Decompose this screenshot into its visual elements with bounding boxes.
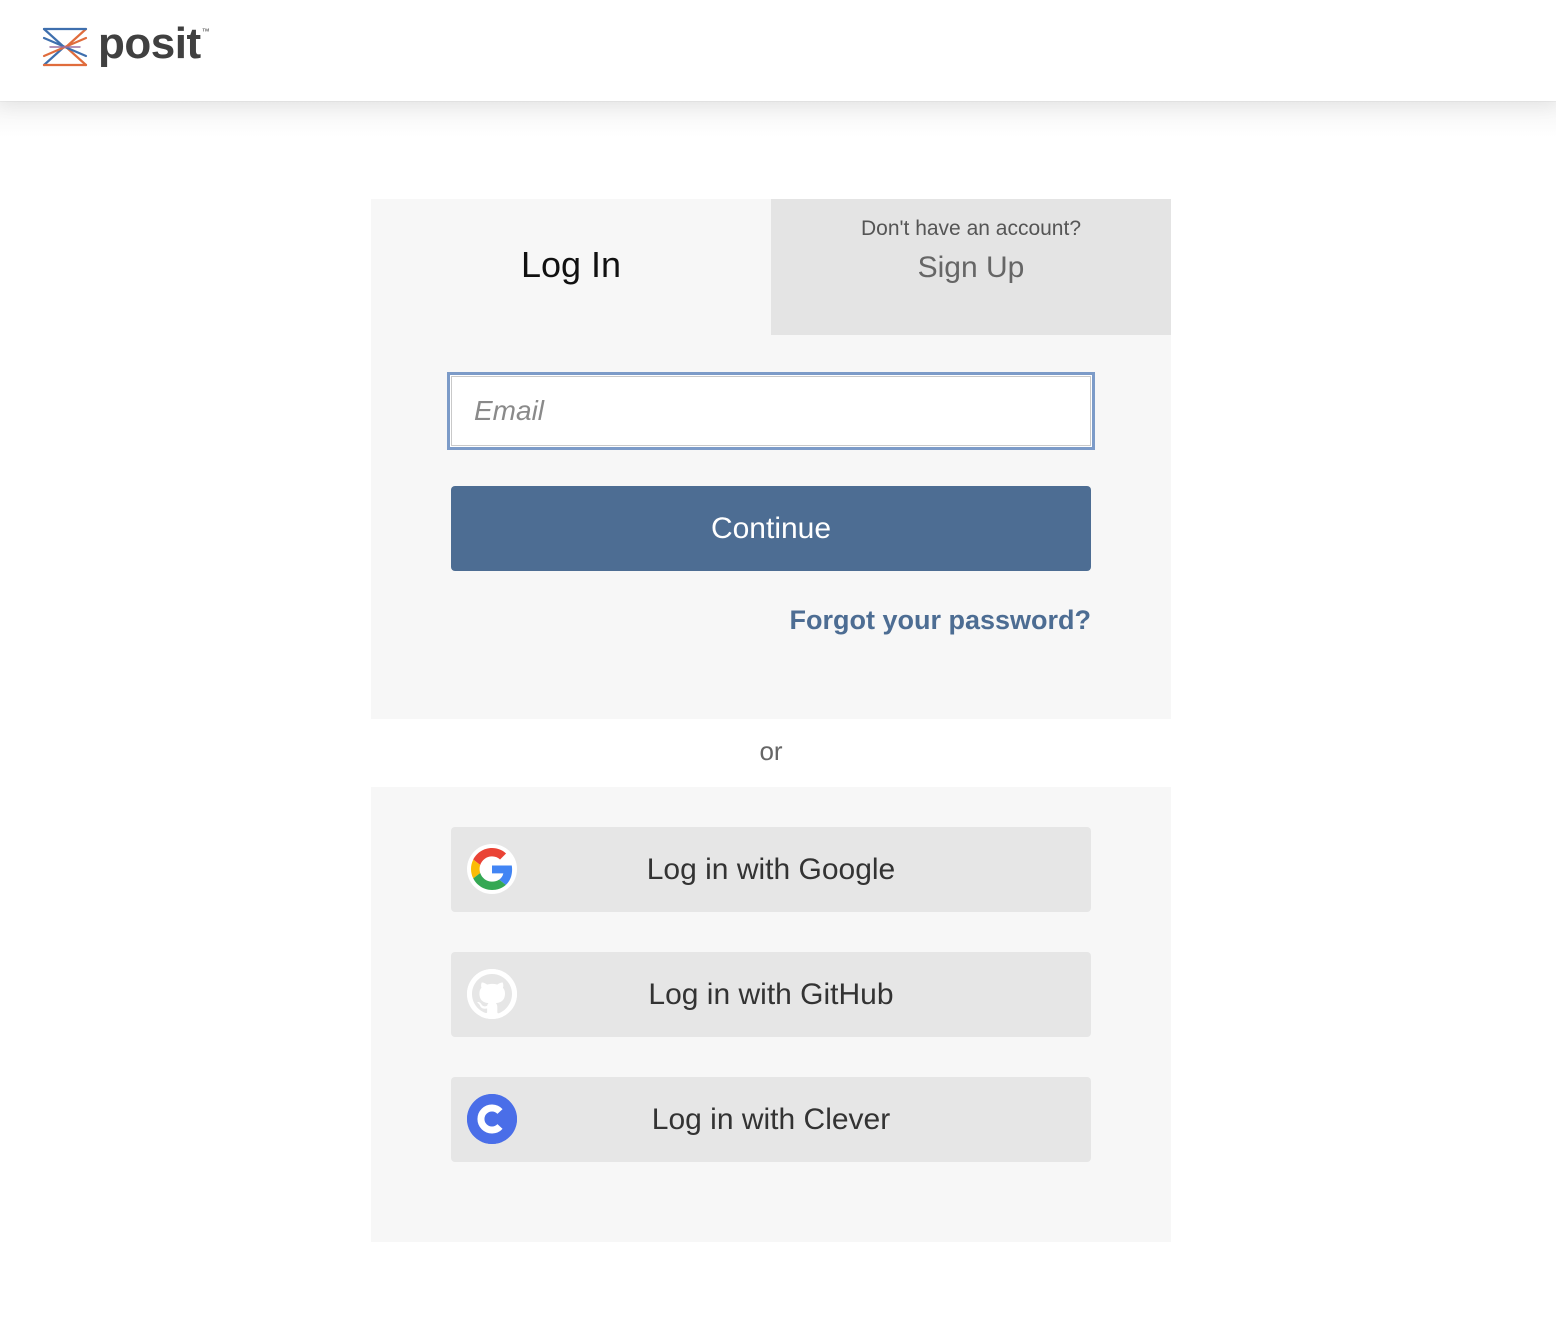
login-card: Log In Don't have an account? Sign Up Co… <box>371 199 1171 719</box>
logo-trademark: ™ <box>201 26 210 36</box>
header-shadow <box>0 101 1556 137</box>
forgot-password-link[interactable]: Forgot your password? <box>789 605 1091 636</box>
sign-up-prompt: Don't have an account? <box>861 217 1081 240</box>
tab-log-in-label: Log In <box>520 244 622 285</box>
sign-up-link[interactable]: Sign Up <box>771 251 1171 285</box>
posit-logo-icon <box>42 27 88 67</box>
top-header: posit ™ <box>0 0 1556 101</box>
posit-logo[interactable]: posit ™ <box>42 22 210 72</box>
or-divider: or <box>759 736 783 766</box>
continue-button[interactable]: Continue <box>451 486 1091 571</box>
github-login-label: Log in with GitHub <box>648 978 894 1011</box>
clever-login-label: Log in with Clever <box>651 1103 891 1136</box>
tab-sign-up[interactable]: Don't have an account? Sign Up <box>771 199 1171 335</box>
google-login-label: Log in with Google <box>646 853 896 886</box>
logo-wordmark: posit <box>98 19 201 68</box>
github-login-button[interactable]: Log in with GitHub <box>451 952 1091 1037</box>
tab-log-in[interactable]: Log In <box>371 199 771 335</box>
clever-login-button[interactable]: Log in with Clever <box>451 1077 1091 1162</box>
social-login-card: Log in with Google Log in with GitHub Lo… <box>371 787 1171 1242</box>
google-login-button[interactable]: Log in with Google <box>451 827 1091 912</box>
email-input[interactable] <box>447 372 1095 450</box>
